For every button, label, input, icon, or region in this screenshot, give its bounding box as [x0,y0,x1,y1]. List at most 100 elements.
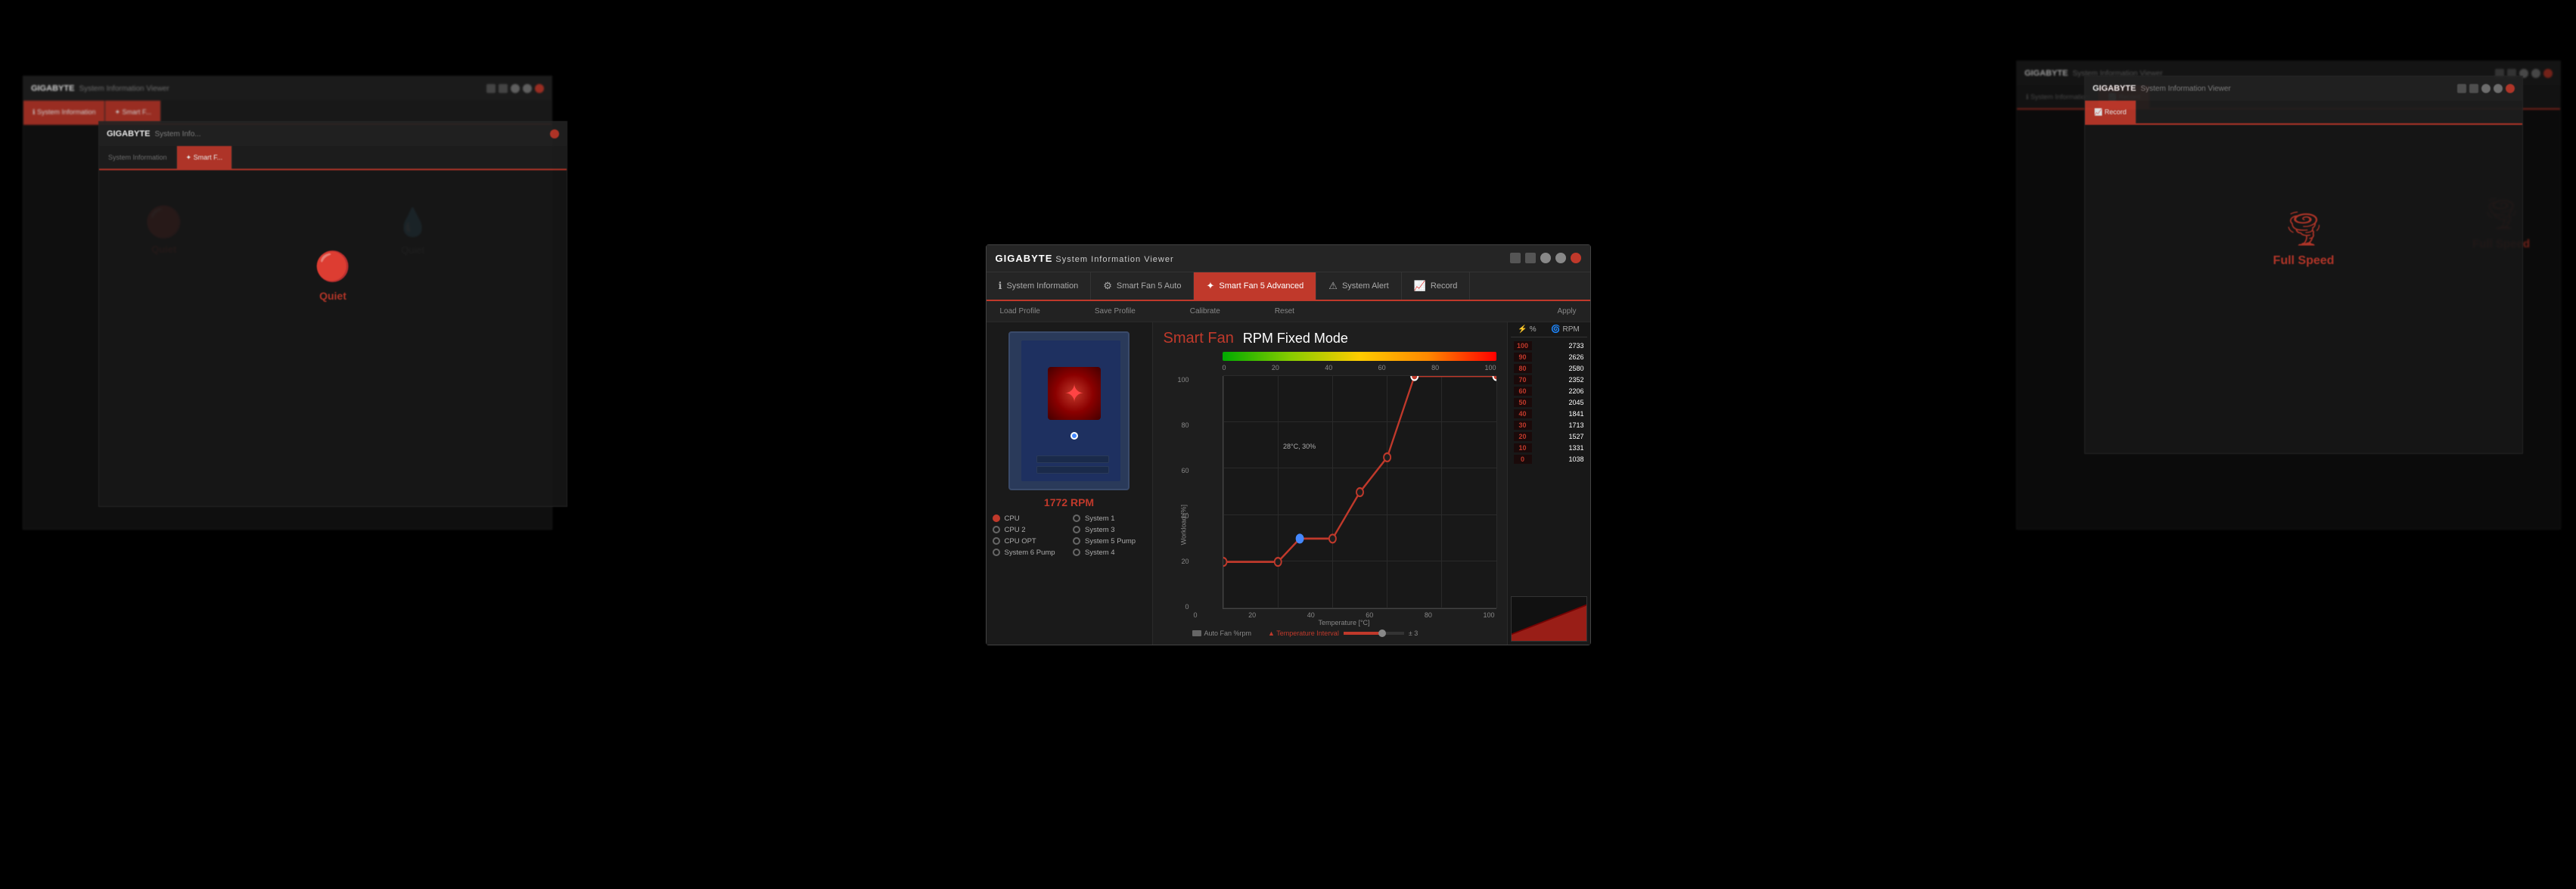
mini-chart-svg [1512,597,1586,641]
bg-right-fullspeed-label: Full Speed [2273,254,2335,268]
bg-right-title: System Information Viewer [2140,85,2230,93]
point-6[interactable] [1411,376,1418,380]
chart-section: Smart Fan RPM Fixed Mode 0 20 40 60 80 1… [1153,322,1507,645]
sensor-cpu2-radio [993,526,1000,533]
tab-system-info-label: System Information [1006,281,1078,291]
alert-icon: ⚠ [1328,280,1338,292]
rpm-display: 1772 RPM [1044,496,1094,508]
pc-section: ✦ 1772 RPM CPU [987,322,1153,645]
tab-smart-fan-auto-label: Smart Fan 5 Auto [1117,281,1182,291]
list-button[interactable] [1525,253,1536,263]
x-labels: 0 20 40 60 80 100 [1192,611,1496,619]
bg-right-fullspeed-icon: 🌪 [2282,209,2325,248]
sensor-sys6-pump[interactable]: System 6 Pump [993,549,1066,557]
fan-curve-line [1223,376,1496,562]
bg-mid-brand: GIGABYTE [107,129,150,138]
rpm-row-30: 30 1713 [1511,420,1587,431]
settings-button[interactable]: ⚙ [1510,253,1521,263]
temp-interval-slider[interactable] [1344,632,1404,635]
title-left: GIGABYTESystem Information Viewer [996,253,1174,264]
point-3[interactable] [1328,534,1335,542]
tab-smart-fan-advanced[interactable]: ✦ Smart Fan 5 Advanced [1194,272,1316,300]
pc-fan-highlight: ✦ [1048,367,1101,420]
sensor-sys5-pump[interactable]: System 5 Pump [1073,537,1146,546]
sensor-cpu2[interactable]: CPU 2 [993,526,1066,534]
bg-mid-title: System Info... [154,130,200,138]
rpm-val-20: 1527 [1557,433,1584,440]
chart-tooltip: 28°C, 30% [1283,443,1316,450]
rpm-val-90: 2626 [1557,353,1584,361]
bg-tab-sysinfo: ℹ System Information [23,101,105,123]
tab-smart-fan-auto[interactable]: ⚙ Smart Fan 5 Auto [1091,272,1194,300]
point-4[interactable] [1356,488,1363,496]
close-button[interactable] [1571,253,1581,263]
y-axis-wrapper: Workload [%] 100 80 60 40 20 0 [1164,376,1192,626]
temp-slider-thumb [1378,629,1386,637]
bg-right-list [2469,84,2478,93]
maximize-button[interactable] [1555,253,1566,263]
point-2[interactable] [1296,534,1303,542]
point-0[interactable] [1223,558,1227,566]
tab-system-alert-label: System Alert [1342,281,1389,291]
point-5[interactable] [1384,452,1391,461]
bg-right-max [2494,84,2503,93]
rpm-header-rpm: 🌀 RPM [1551,325,1580,334]
record-icon: 📈 [1414,280,1426,292]
chart-title-sf: Smart Fan [1164,330,1234,347]
sensor-sys3[interactable]: System 3 [1073,526,1146,534]
apply-btn[interactable]: Apply [1552,306,1580,317]
sensor-sys4-label: System 4 [1085,549,1115,557]
legend-auto-label: Auto Fan %rpm [1204,629,1252,637]
calibrate-btn[interactable]: Calibrate [1185,306,1225,317]
rpm-val-60: 2206 [1557,387,1584,395]
bg-right-fullspeed-section: 🌪 Full Speed [2273,193,2335,284]
rpm-header-percent: ⚡ % [1518,325,1536,334]
bg-list-btn [499,84,508,93]
save-profile-btn[interactable]: Save Profile [1090,306,1140,317]
reset-btn[interactable]: Reset [1270,306,1299,317]
sensor-cpu2-label: CPU 2 [1005,526,1026,534]
point-7[interactable] [1493,376,1496,380]
load-profile-btn[interactable]: Load Profile [996,306,1045,317]
rpm-pct-30: 30 [1514,421,1532,430]
bg-mid-tab2: ✦ Smart F... [177,146,233,169]
chart-graph[interactable]: 28°C, 30% [1223,376,1496,609]
tab-record[interactable]: 📈 Record [1402,272,1471,300]
pc-case-inner: ✦ [1021,340,1120,481]
x-label-60: 60 [1366,611,1373,619]
rpm-pct-50: 50 [1514,398,1532,407]
y-label-60: 60 [1181,467,1189,474]
pc-dot-indicator [1070,432,1078,440]
mini-fan-chart [1511,596,1587,642]
temp-label-60: 60 [1378,364,1386,371]
temp-label-100: 100 [1484,364,1496,371]
sensor-cpu[interactable]: CPU [993,514,1066,523]
y-label-80: 80 [1181,421,1189,429]
sensor-cpu-opt[interactable]: CPU OPT [993,537,1066,546]
brand-logo: GIGABYTESystem Information Viewer [996,253,1174,264]
tab-record-label: Record [1431,281,1457,291]
sensor-sys1[interactable]: System 1 [1073,514,1146,523]
chart-right: 28°C, 30% 0 20 40 60 80 100 Temperature … [1192,376,1496,626]
minimize-button[interactable] [1540,253,1551,263]
background-window-right: GIGABYTE System Information Viewer 📈 Rec… [2084,76,2523,454]
sensor-cpu-label: CPU [1005,514,1020,523]
x-label-100: 100 [1483,611,1494,619]
tab-system-info[interactable]: ℹ System Information [987,272,1092,300]
bg-far-right-close [2543,69,2553,78]
rpm-val-40: 1841 [1557,410,1584,418]
point-1[interactable] [1274,558,1281,566]
rpm-pct-40: 40 [1514,409,1532,418]
sensor-sys4[interactable]: System 4 [1073,549,1146,557]
rpm-row-80: 80 2580 [1511,363,1587,374]
title-bar: GIGABYTESystem Information Viewer ⚙ [987,245,1590,272]
x-label-40: 40 [1307,611,1315,619]
bg-mid-quiet-icon: 🔴 [315,250,350,284]
sensor-sys3-label: System 3 [1085,526,1115,534]
bg-right-close [2506,84,2515,93]
tab-system-alert[interactable]: ⚠ System Alert [1316,272,1401,300]
bg-right-settings [2457,84,2466,93]
legend-auto-fan: Auto Fan %rpm [1192,629,1252,637]
temp-label-80: 80 [1431,364,1439,371]
sensor-sys6-pump-label: System 6 Pump [1005,549,1055,557]
